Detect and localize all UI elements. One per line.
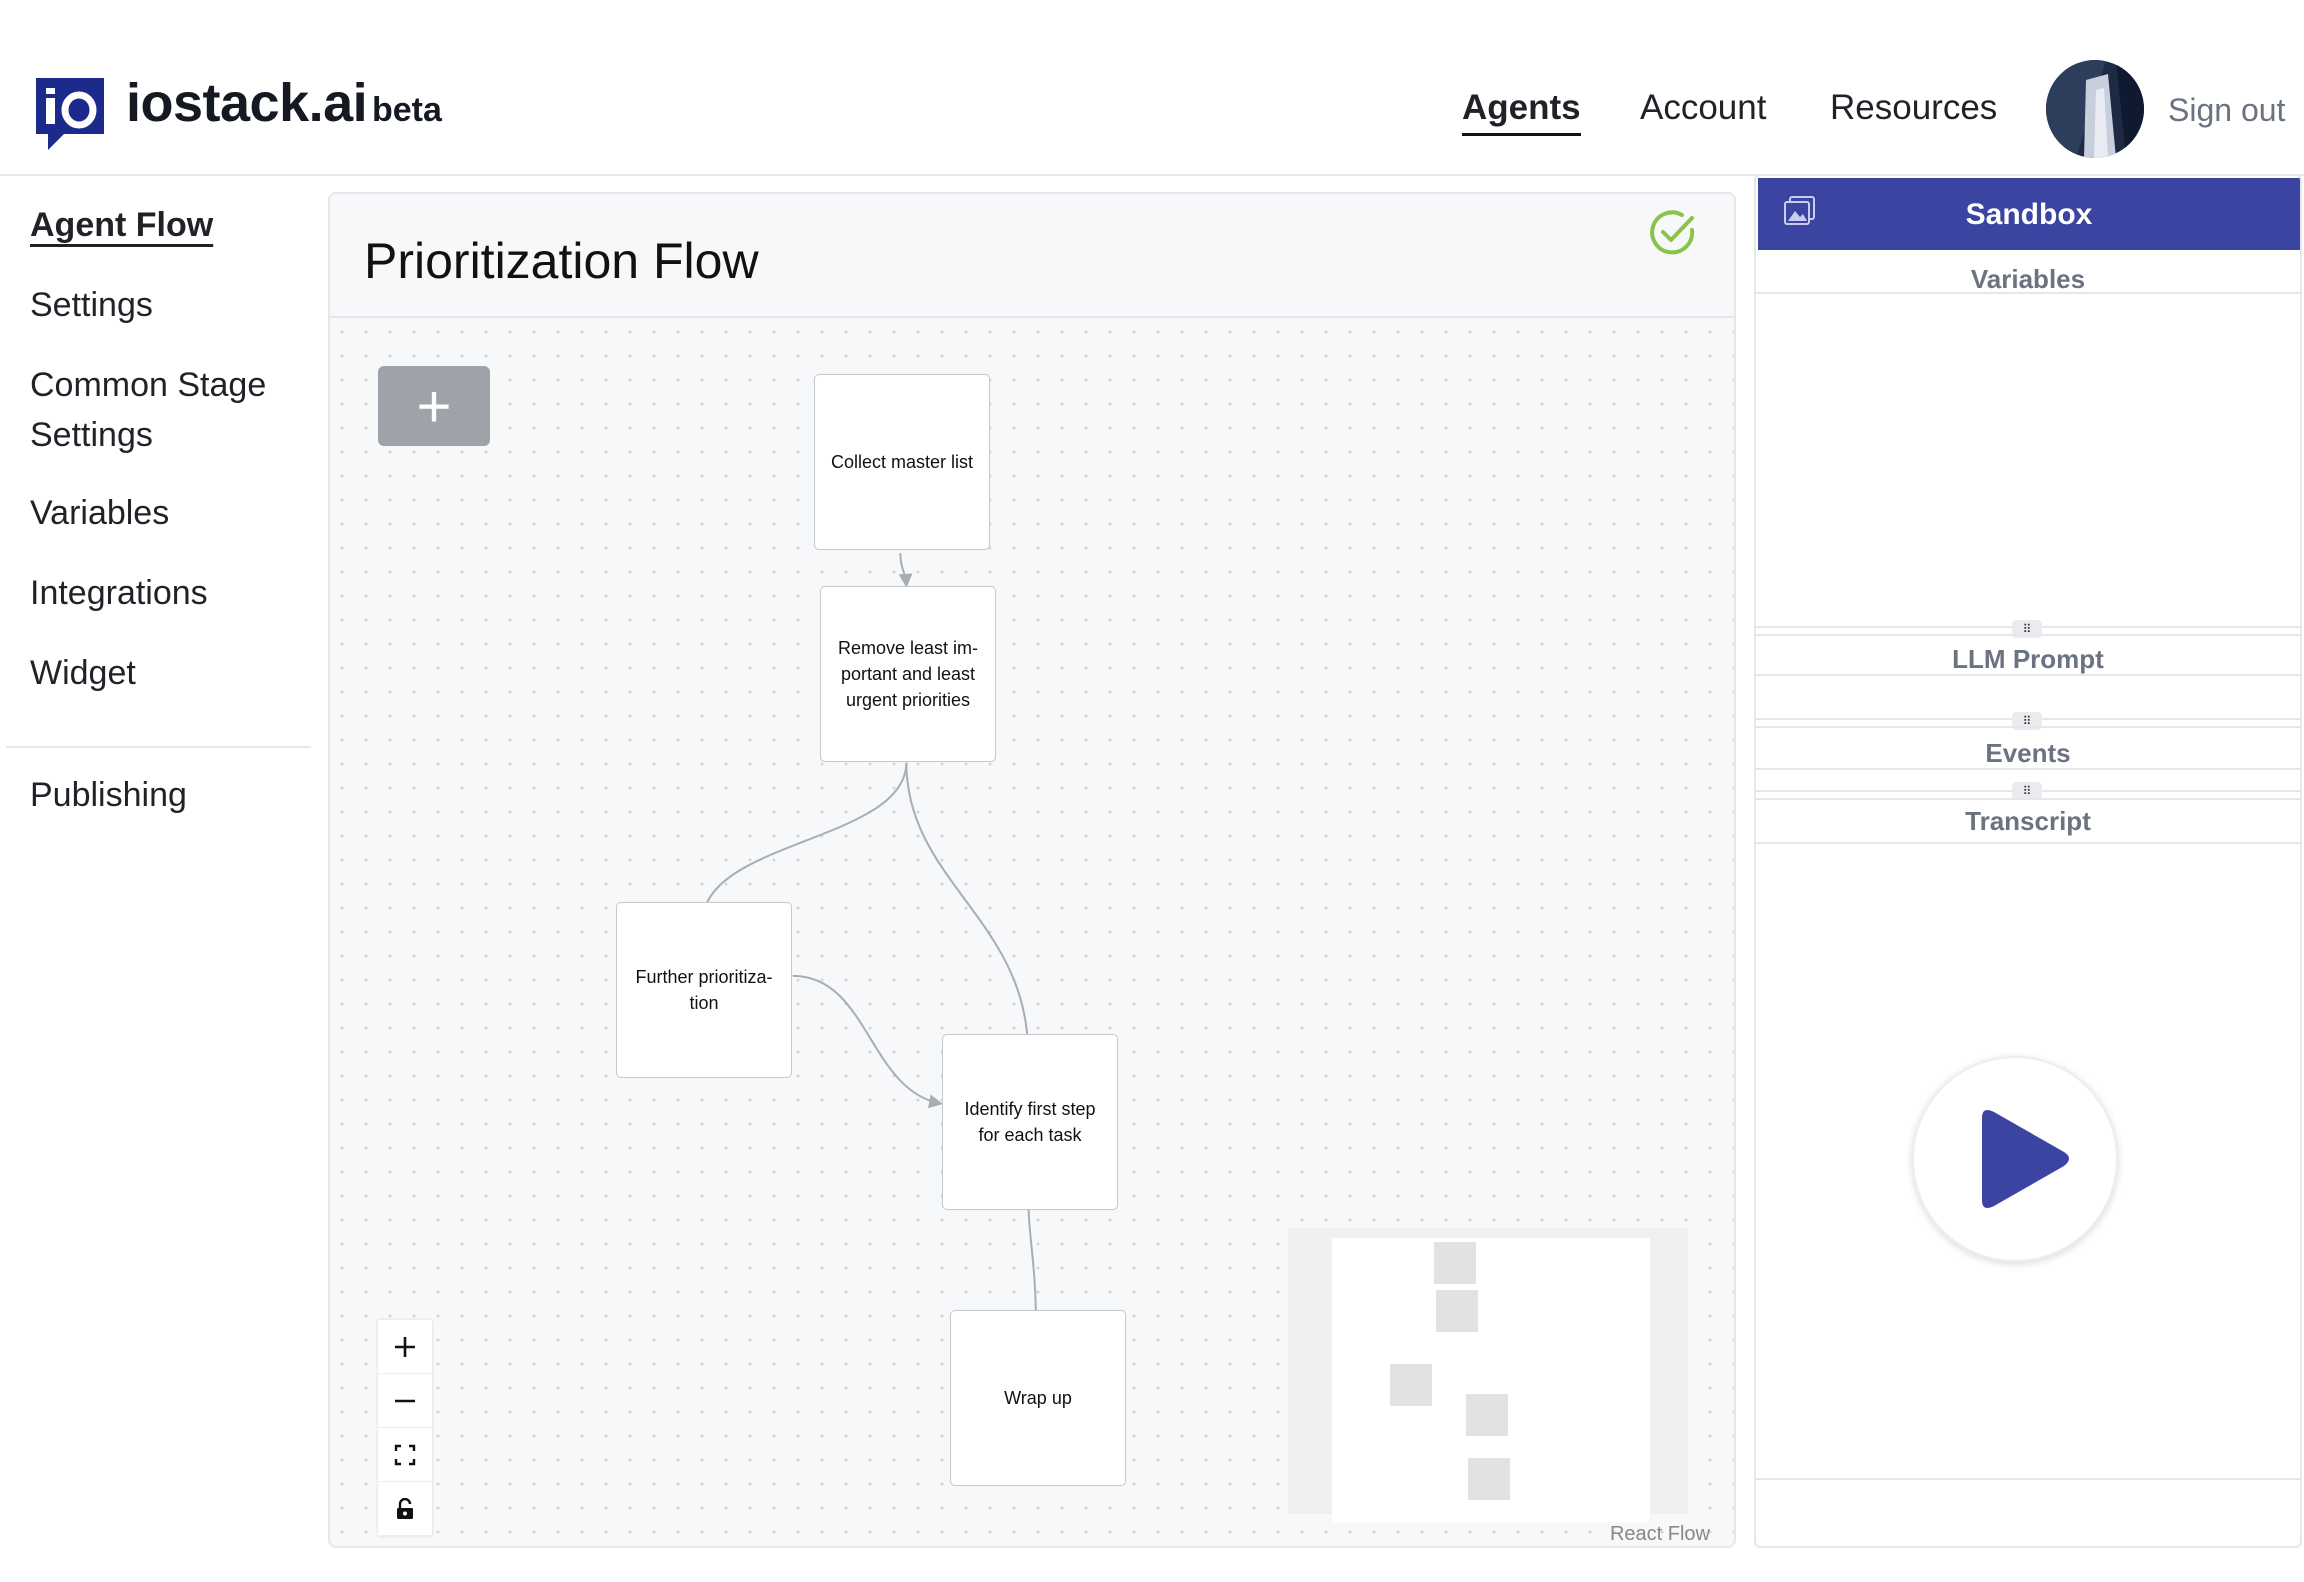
flow-node-remove-least-important[interactable]: Remove least im-portant and least urgent… (820, 586, 996, 762)
user-avatar[interactable] (2046, 60, 2144, 158)
sidebar-item-common-stage-settings[interactable]: Common Stage Settings (30, 360, 300, 460)
nav-agents[interactable]: Agents (1462, 88, 1581, 136)
sidebar-item-integrations[interactable]: Integrations (30, 568, 208, 618)
edge-remove-to-identify (905, 762, 1035, 1053)
zoom-in-icon[interactable] (378, 1320, 432, 1374)
section-divider (1756, 634, 2300, 636)
sandbox-panel: Sandbox Variables ⠿ LLM Prompt ⠿ Events … (1754, 174, 2302, 1548)
lock-icon[interactable] (378, 1482, 432, 1536)
sandbox-title: Sandbox (1965, 198, 2093, 231)
brand-name[interactable]: iostack.ai (126, 72, 368, 134)
sandbox-section-events[interactable]: Events (1756, 738, 2300, 769)
play-button[interactable] (1912, 1056, 2118, 1262)
flow-panel: Prioritization Flow + Collect master lis… (328, 192, 1736, 1548)
sidebar-item-variables[interactable]: Variables (30, 488, 169, 538)
top-header: iostack.ai beta Agents Account Resources… (0, 0, 2304, 176)
flow-minimap[interactable] (1288, 1228, 1688, 1522)
section-divider (1756, 1478, 2300, 1480)
sidebar-item-settings[interactable]: Settings (30, 280, 153, 330)
flow-canvas[interactable]: + Collect master list Remove least im-po… (330, 320, 1734, 1546)
flow-node-wrap-up[interactable]: Wrap up (950, 1310, 1126, 1486)
nav-resources[interactable]: Resources (1830, 88, 1997, 128)
edge-collect-to-remove (898, 553, 913, 588)
sandbox-section-variables[interactable]: Variables (1756, 264, 2300, 295)
zoom-out-icon[interactable] (378, 1374, 432, 1428)
minimap-node (1436, 1290, 1478, 1332)
nav-account[interactable]: Account (1640, 88, 1766, 128)
add-node-button[interactable]: + (378, 366, 490, 446)
flow-node-identify-first-step[interactable]: Identify first step for each task (942, 1034, 1118, 1210)
section-divider (1756, 842, 2300, 844)
sidebar-item-publishing[interactable]: Publishing (30, 770, 187, 820)
section-divider (1756, 292, 2300, 294)
section-divider (1756, 768, 2300, 770)
react-flow-attribution[interactable]: React Flow (1610, 1523, 1710, 1546)
sandbox-section-transcript[interactable]: Transcript (1756, 806, 2300, 837)
sidebar-item-widget[interactable]: Widget (30, 648, 136, 698)
section-divider (1756, 674, 2300, 676)
flow-node-further-prioritization[interactable]: Further prioritiza-tion (616, 902, 792, 1078)
flow-header: Prioritization Flow (330, 194, 1734, 318)
minimap-node (1466, 1394, 1508, 1436)
edge-further-to-identify (792, 974, 944, 1109)
sandbox-section-llm-prompt[interactable]: LLM Prompt (1756, 644, 2300, 675)
minimap-node (1434, 1242, 1476, 1284)
check-circle-icon (1648, 208, 1698, 258)
minimap-node (1468, 1458, 1510, 1500)
sign-out-link[interactable]: Sign out (2168, 92, 2285, 129)
fit-view-icon[interactable] (378, 1428, 432, 1482)
edge-remove-to-further (696, 762, 908, 921)
flow-node-collect-master-list[interactable]: Collect master list (814, 374, 990, 550)
play-icon (1982, 1110, 2069, 1208)
section-divider (1756, 798, 2300, 800)
section-divider (1756, 726, 2300, 728)
beta-badge: beta (372, 91, 442, 129)
sidebar-item-agent-flow[interactable]: Agent Flow (30, 200, 213, 250)
left-sidebar: Agent Flow Settings Common Stage Setting… (6, 178, 311, 1548)
sandbox-header: Sandbox (1758, 178, 2300, 250)
sidebar-divider (6, 746, 311, 748)
iostack-logo-icon[interactable] (36, 78, 104, 150)
minimap-node (1390, 1364, 1432, 1406)
page-title: Prioritization Flow (364, 233, 759, 289)
zoom-controls (378, 1320, 432, 1536)
